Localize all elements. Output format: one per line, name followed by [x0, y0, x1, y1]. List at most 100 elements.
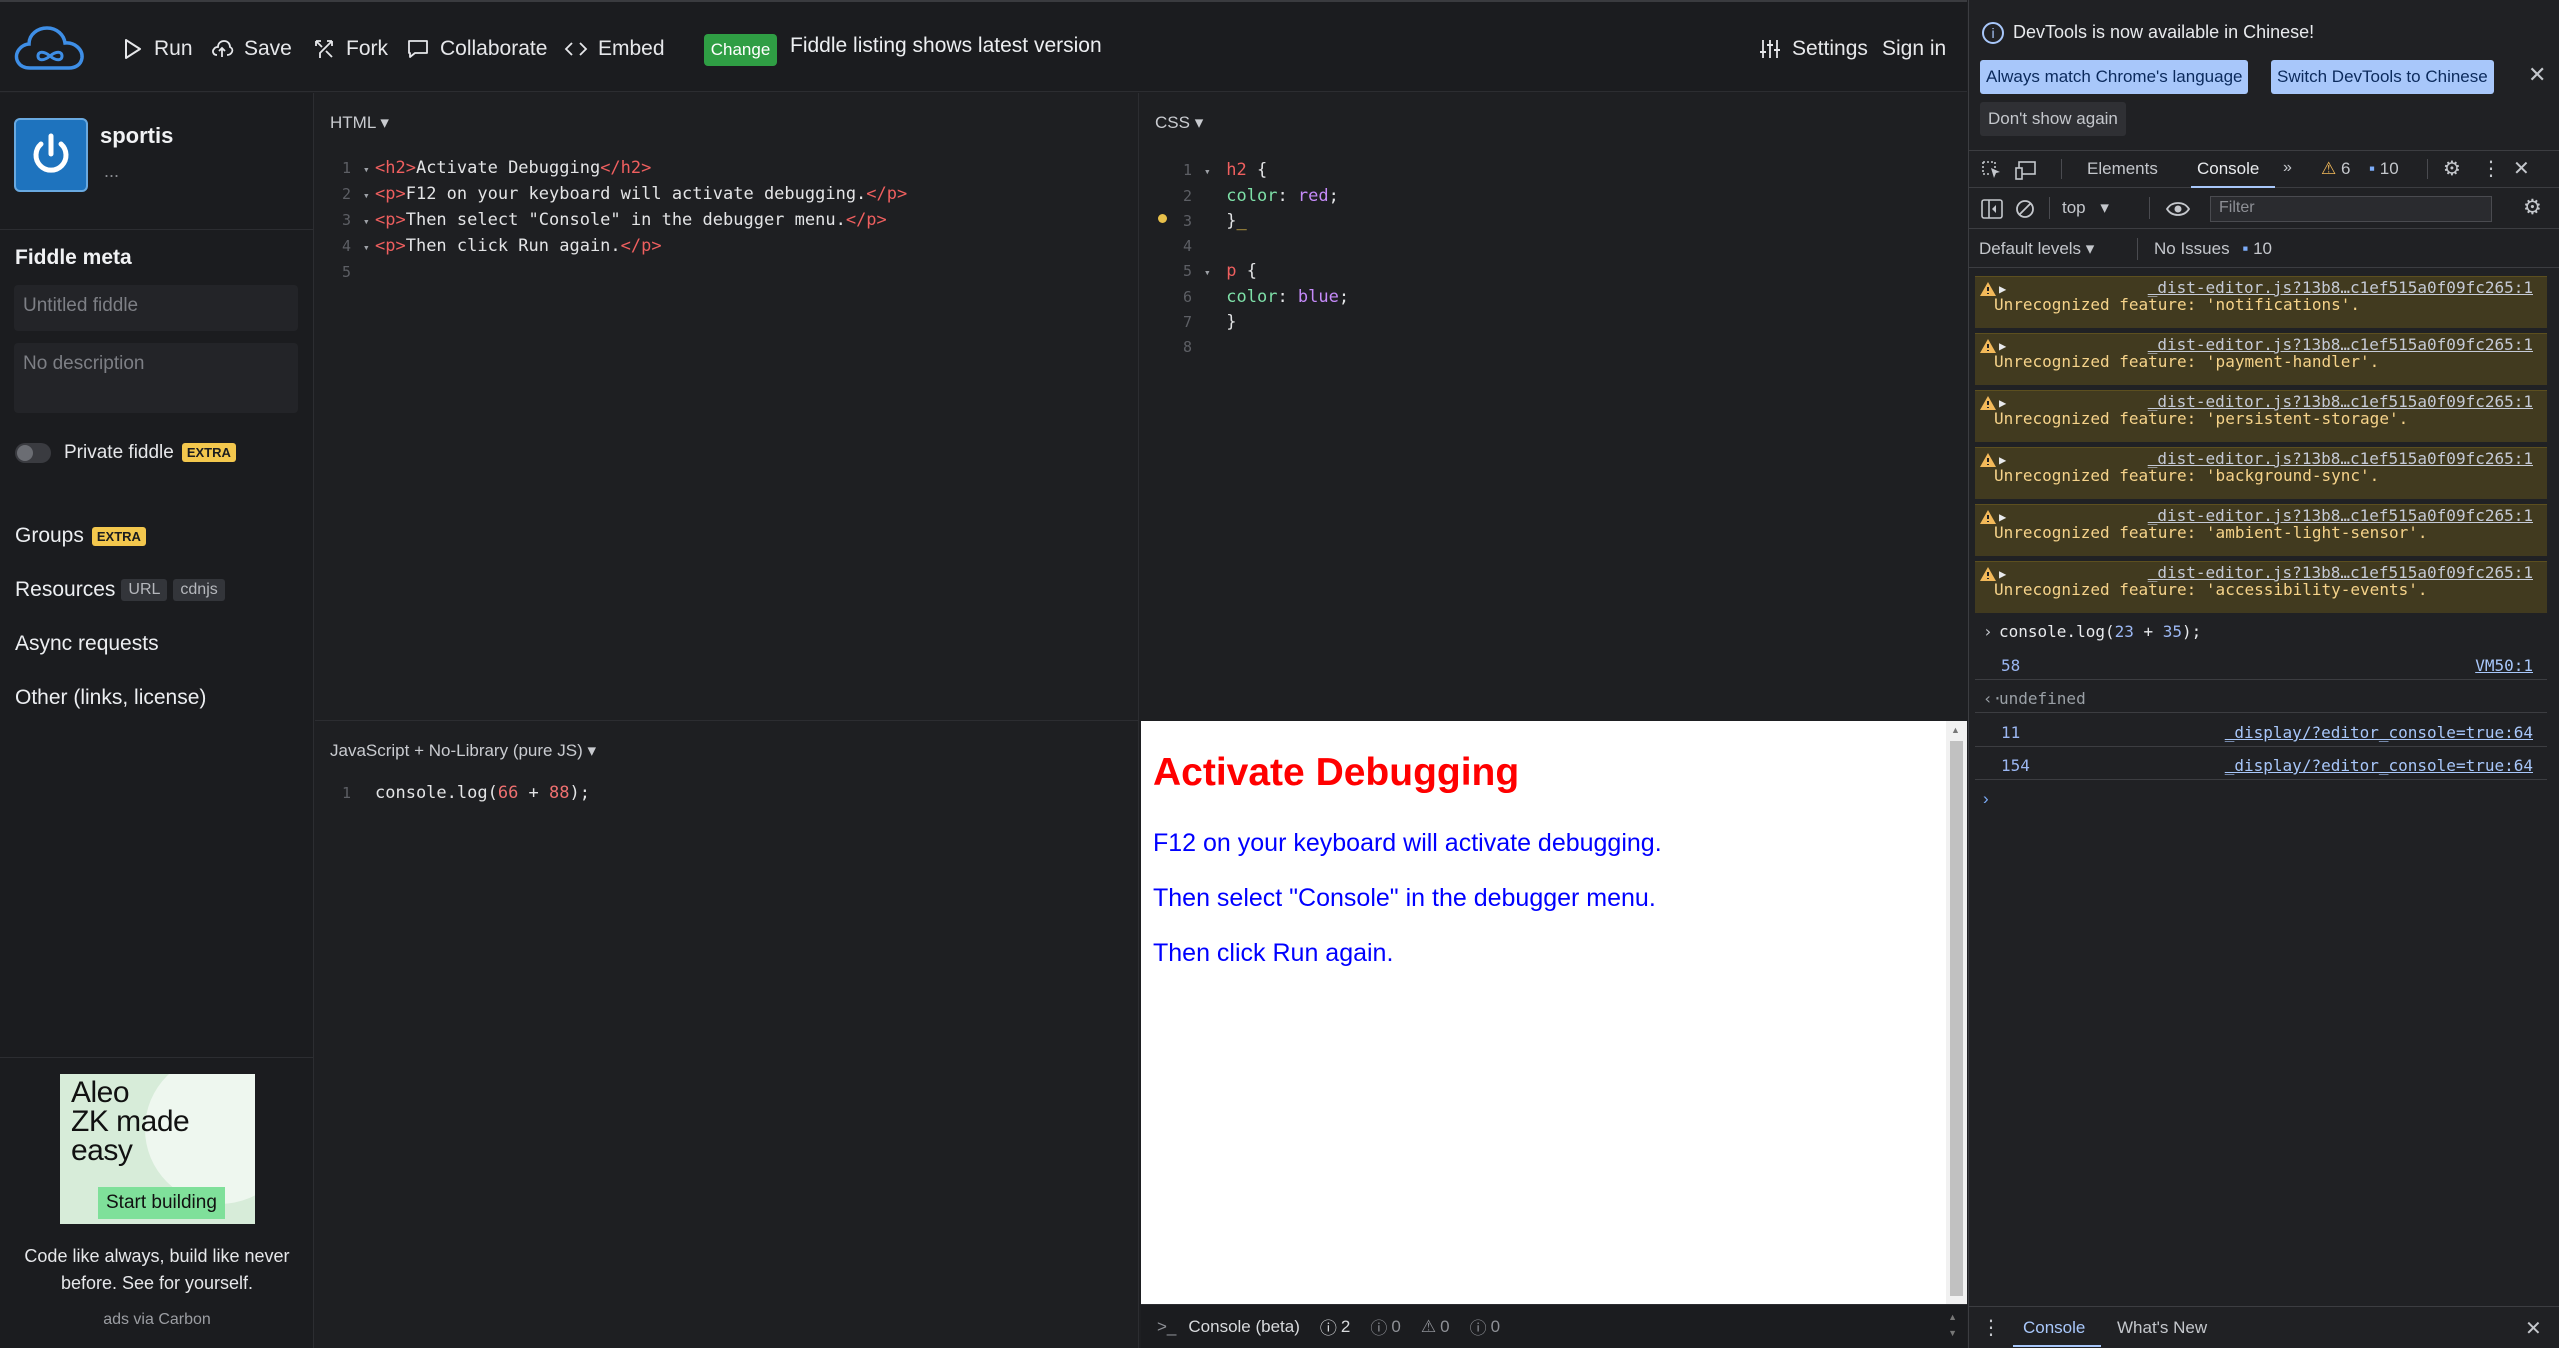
expand-arrow-icon: ▶	[1999, 453, 2007, 467]
private-fiddle-toggle[interactable]	[15, 443, 51, 463]
dont-show-again-button[interactable]: Don't show again	[1980, 102, 2126, 136]
device-toolbar-icon[interactable]	[2015, 160, 2039, 180]
log-count: ⓘ 0	[1470, 1314, 1500, 1339]
resources-url-chip[interactable]: URL	[121, 579, 168, 602]
avatar[interactable]	[14, 118, 88, 192]
console-filter-input[interactable]: Filter	[2210, 196, 2492, 222]
collaborate-button[interactable]: Collaborate	[406, 32, 547, 66]
extra-badge: EXTRA	[91, 526, 146, 546]
expand-arrow-icon: ▶	[1999, 339, 2007, 353]
console-warning-row[interactable]: ▶ _dist-editor.js?13b8…c1ef515a0f09fc265:…	[1975, 561, 2547, 613]
resources-link[interactable]: Resources URL cdnjs	[15, 578, 225, 602]
expand-arrow-icon: ▶	[1999, 567, 2007, 581]
terminal-prompt-icon: >_	[1157, 1316, 1177, 1336]
groups-link[interactable]: Groups EXTRA	[15, 524, 146, 548]
console-warning-row[interactable]: ▶ _dist-editor.js?13b8…c1ef515a0f09fc265:…	[1975, 333, 2547, 385]
source-link[interactable]: VM50:1	[2475, 656, 2533, 675]
css-panel-label[interactable]: CSS ▾	[1155, 113, 1203, 133]
result-paragraph: F12 on your keyboard will activate debug…	[1153, 829, 1662, 857]
gear-icon[interactable]: ⚙	[2443, 156, 2461, 181]
listing-status-text: Fiddle listing shows latest version	[790, 34, 1102, 57]
embed-button[interactable]: Embed	[564, 32, 665, 66]
ad-headline: Aleo ZK made easy	[71, 1076, 190, 1167]
eye-icon[interactable]	[2165, 199, 2191, 219]
fiddle-title-input[interactable]: Untitled fiddle	[14, 285, 298, 331]
console-warning-row[interactable]: ▶ _dist-editor.js?13b8…c1ef515a0f09fc265:…	[1975, 276, 2547, 328]
tab-console[interactable]: Console	[2191, 159, 2275, 188]
username[interactable]: sportis	[100, 123, 173, 149]
result-paragraph: Then click Run again.	[1153, 939, 1394, 967]
console-scroll-arrows-icon[interactable]: ▲ ▼	[1948, 1309, 1957, 1341]
async-requests-link[interactable]: Async requests	[15, 632, 159, 656]
tab-elements[interactable]: Elements	[2087, 159, 2158, 179]
code-line: 4 ▾ <p>Then click Run again.</p>	[341, 236, 662, 256]
user-menu-button[interactable]: ...	[104, 161, 119, 182]
caret-down-icon: ▾	[2100, 198, 2109, 217]
sidebar-toggle-icon[interactable]	[1981, 199, 2003, 219]
resources-cdnjs-chip[interactable]: cdnjs	[173, 579, 225, 602]
sidebar: sportis ... Fiddle meta Untitled fiddle …	[0, 93, 314, 1348]
console-settings-gear-icon[interactable]: ⚙	[2523, 195, 2542, 220]
console-beta-bar[interactable]: >_ Console (beta) ⓘ 2 ⓘ 0 ⚠ 0 ⓘ 0 ▲ ▼	[1141, 1304, 1967, 1348]
source-link[interactable]: _display/?editor_console=true:64	[2225, 723, 2533, 742]
default-levels-dropdown[interactable]: Default levels ▾	[1979, 239, 2094, 259]
console-log-line: 11 _display/?editor_console=true:64	[1975, 723, 2547, 747]
drawer-tab-whats-new[interactable]: What's New	[2117, 1318, 2207, 1338]
sign-in-link[interactable]: Sign in	[1882, 32, 1946, 66]
clear-console-icon[interactable]	[2015, 199, 2035, 219]
kebab-menu-icon[interactable]: ⋮	[2481, 156, 2501, 181]
switch-to-chinese-button[interactable]: Switch DevTools to Chinese	[2271, 60, 2494, 94]
other-links-license-link[interactable]: Other (links, license)	[15, 686, 206, 710]
ad-banner[interactable]: Aleo ZK made easy Start building	[60, 1074, 255, 1224]
ad-text[interactable]: Code like always, build like never befor…	[14, 1243, 300, 1297]
inspect-element-icon[interactable]	[1981, 160, 2003, 180]
close-notice-icon[interactable]: ✕	[2528, 62, 2546, 88]
html-code-editor[interactable]: 1 ▾ <h2>Activate Debugging</h2> 2 ▾ <p>F12 on…	[325, 156, 907, 285]
divider	[0, 1057, 314, 1058]
issues-counter[interactable]: No Issues ▪ 10	[2154, 239, 2272, 259]
css-code-editor[interactable]: 1 ▾ h2 { 2 color: red; 3 }_ 4 5 ▾ p { 6 co…	[1166, 158, 1349, 360]
drawer-tab-console[interactable]: Console	[2013, 1318, 2101, 1347]
js-code-editor[interactable]: 1 console.log(66 + 88);	[325, 781, 590, 806]
code-line: 2 ▾ <p>F12 on your keyboard will activate …	[341, 184, 908, 204]
console-warning-row[interactable]: ▶ _dist-editor.js?13b8…c1ef515a0f09fc265:…	[1975, 504, 2547, 556]
console-warning-row[interactable]: ▶ _dist-editor.js?13b8…c1ef515a0f09fc265:…	[1975, 390, 2547, 442]
save-button[interactable]: Save	[210, 32, 292, 66]
html-panel-label[interactable]: HTML ▾	[330, 113, 389, 133]
fork-button[interactable]: Fork	[312, 32, 388, 66]
drawer-menu-icon[interactable]: ⋮	[1981, 1315, 2001, 1340]
code-line: 3 ▾ <p>Then select "Console" in the debugg…	[341, 210, 887, 230]
messages-counter[interactable]: ▪ 10	[2369, 159, 2399, 179]
run-button[interactable]: Run	[120, 32, 193, 66]
source-link[interactable]: _display/?editor_console=true:64	[2225, 756, 2533, 775]
jsfiddle-logo-icon[interactable]	[12, 22, 88, 76]
more-tabs-icon[interactable]: »	[2283, 159, 2292, 177]
context-selector[interactable]: top ▾	[2062, 198, 2109, 218]
active-tab-indicator	[2013, 1345, 2101, 1347]
fiddle-description-input[interactable]: No description	[14, 343, 298, 413]
result-scrollbar[interactable]: ▲	[1946, 721, 1967, 1304]
settings-button[interactable]: Settings	[1758, 32, 1868, 66]
ad-cta-button[interactable]: Start building	[98, 1187, 225, 1219]
scroll-up-arrow-icon[interactable]: ▲	[1951, 725, 1960, 735]
devtools-language-notice: DevTools is now available in Chinese!	[2013, 22, 2315, 42]
console-warning-row[interactable]: ▶ _dist-editor.js?13b8…c1ef515a0f09fc265:…	[1975, 447, 2547, 499]
code-line: 5	[341, 263, 351, 281]
result-iframe[interactable]: Activate Debugging F12 on your keyboard …	[1141, 721, 1946, 1304]
power-icon	[33, 133, 69, 173]
info-count: ⓘ 2	[1320, 1314, 1350, 1339]
expand-arrow-icon: ▶	[1999, 396, 2007, 410]
expand-arrow-icon: ▶	[1999, 282, 2007, 296]
close-devtools-icon[interactable]: ✕	[2513, 156, 2530, 181]
js-panel-label[interactable]: JavaScript + No-Library (pure JS) ▾	[330, 741, 596, 761]
change-button[interactable]: Change	[704, 34, 777, 66]
console-log-line: 154 _display/?editor_console=true:64	[1975, 756, 2547, 780]
ads-via-carbon-link[interactable]: ads via Carbon	[0, 1311, 314, 1329]
close-drawer-icon[interactable]: ✕	[2525, 1316, 2542, 1341]
css-editor-panel: CSS ▾ 1 ▾ h2 { 2 color: red; 3 }_ 4 5 ▾ p …	[1140, 93, 1967, 720]
chat-bubble-icon	[406, 37, 430, 61]
warnings-counter[interactable]: ⚠ 6	[2321, 159, 2350, 179]
always-match-language-button[interactable]: Always match Chrome's language	[1980, 60, 2249, 94]
active-tab-indicator	[2191, 186, 2275, 188]
scrollbar-thumb[interactable]	[1950, 741, 1963, 1296]
